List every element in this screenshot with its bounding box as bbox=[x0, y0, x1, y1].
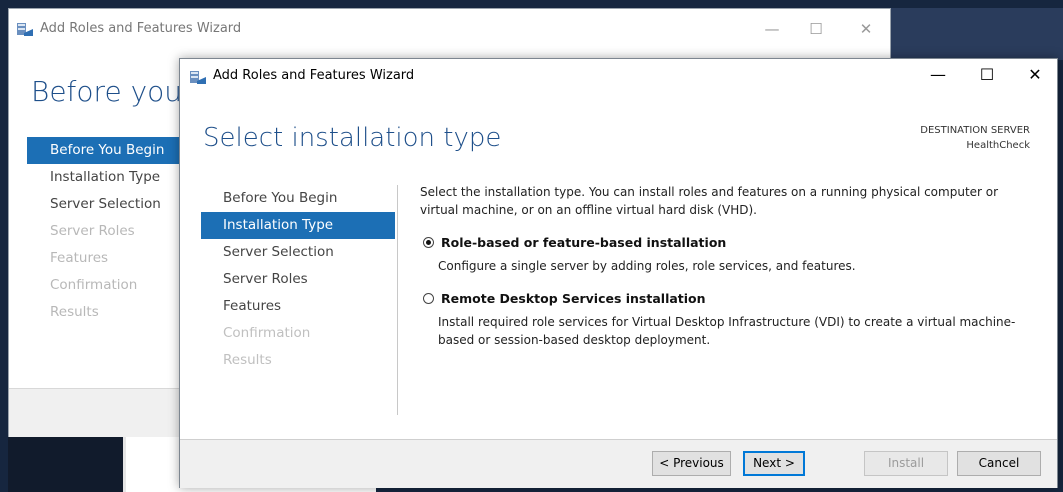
page-title: Select installation type bbox=[203, 123, 502, 153]
background-nav-item: Server Roles bbox=[50, 223, 135, 239]
background-window-title: Add Roles and Features Wizard bbox=[40, 21, 242, 36]
main-content: Select the installation type. You can in… bbox=[420, 183, 1040, 349]
server-manager-icon bbox=[16, 21, 34, 41]
nav-item-results: Results bbox=[223, 352, 272, 368]
nav-item-server-roles[interactable]: Server Roles bbox=[201, 266, 395, 293]
destination-server-name: HealthCheck bbox=[966, 140, 1030, 151]
option-remote-desktop[interactable]: Remote Desktop Services installation Ins… bbox=[420, 291, 1040, 349]
background-nav-item: Features bbox=[50, 250, 109, 266]
cancel-button[interactable]: Cancel bbox=[957, 451, 1041, 476]
previous-button[interactable]: < Previous bbox=[652, 451, 731, 476]
option-role-based-description: Configure a single server by adding role… bbox=[438, 259, 856, 273]
minimize-button[interactable]: — bbox=[915, 59, 961, 91]
background-title-bar[interactable]: Add Roles and Features Wizard — ☐ ✕ bbox=[9, 9, 890, 49]
nav-item-confirmation: Confirmation bbox=[223, 325, 311, 341]
background-nav-item: Results bbox=[50, 304, 99, 320]
background-maximize-button[interactable]: ☐ bbox=[801, 17, 831, 41]
window-title: Add Roles and Features Wizard bbox=[213, 68, 415, 83]
radio-remote-desktop[interactable] bbox=[423, 293, 434, 304]
wizard-window[interactable]: Add Roles and Features Wizard — ☐ ✕ Sele… bbox=[179, 58, 1058, 488]
maximize-button[interactable]: ☐ bbox=[964, 59, 1010, 91]
destination-server-label: DESTINATION SERVER bbox=[920, 125, 1030, 136]
nav-divider bbox=[397, 185, 398, 415]
destination-server-info: DESTINATION SERVER HealthCheck bbox=[920, 123, 1030, 153]
nav-item-installation-type[interactable]: Installation Type bbox=[201, 212, 395, 239]
background-minimize-button[interactable]: — bbox=[757, 17, 787, 41]
intro-text: Select the installation type. You can in… bbox=[420, 185, 999, 217]
wizard-footer: < Previous Next > Install Cancel bbox=[180, 439, 1057, 488]
server-manager-icon bbox=[189, 69, 207, 89]
background-nav-item[interactable]: Installation Type bbox=[27, 164, 187, 191]
desktop-strip bbox=[891, 8, 1063, 60]
nav-item-server-selection[interactable]: Server Selection bbox=[201, 239, 395, 266]
background-nav-item[interactable]: Server Selection bbox=[27, 191, 187, 218]
title-bar[interactable]: Add Roles and Features Wizard — ☐ ✕ bbox=[180, 59, 1057, 93]
background-close-button[interactable]: ✕ bbox=[851, 17, 881, 41]
wizard-nav: Before You Begin Installation Type Serve… bbox=[201, 185, 395, 374]
install-button[interactable]: Install bbox=[864, 451, 948, 476]
background-nav-item: Confirmation bbox=[50, 277, 138, 293]
close-button[interactable]: ✕ bbox=[1012, 59, 1058, 91]
background-nav-item[interactable]: Before You Begin bbox=[27, 137, 187, 164]
option-role-based-title[interactable]: Role-based or feature-based installation bbox=[420, 235, 1040, 251]
next-button[interactable]: Next > bbox=[743, 451, 805, 476]
radio-role-based[interactable] bbox=[423, 237, 434, 248]
nav-item-before-you-begin[interactable]: Before You Begin bbox=[201, 185, 395, 212]
option-remote-desktop-title[interactable]: Remote Desktop Services installation bbox=[420, 291, 1040, 307]
option-remote-desktop-description: Install required role services for Virtu… bbox=[438, 315, 1016, 347]
background-wizard-nav: Before You Begin Installation Type Serve… bbox=[27, 137, 187, 326]
nav-item-features[interactable]: Features bbox=[201, 293, 395, 320]
option-role-based[interactable]: Role-based or feature-based installation… bbox=[420, 235, 1040, 275]
